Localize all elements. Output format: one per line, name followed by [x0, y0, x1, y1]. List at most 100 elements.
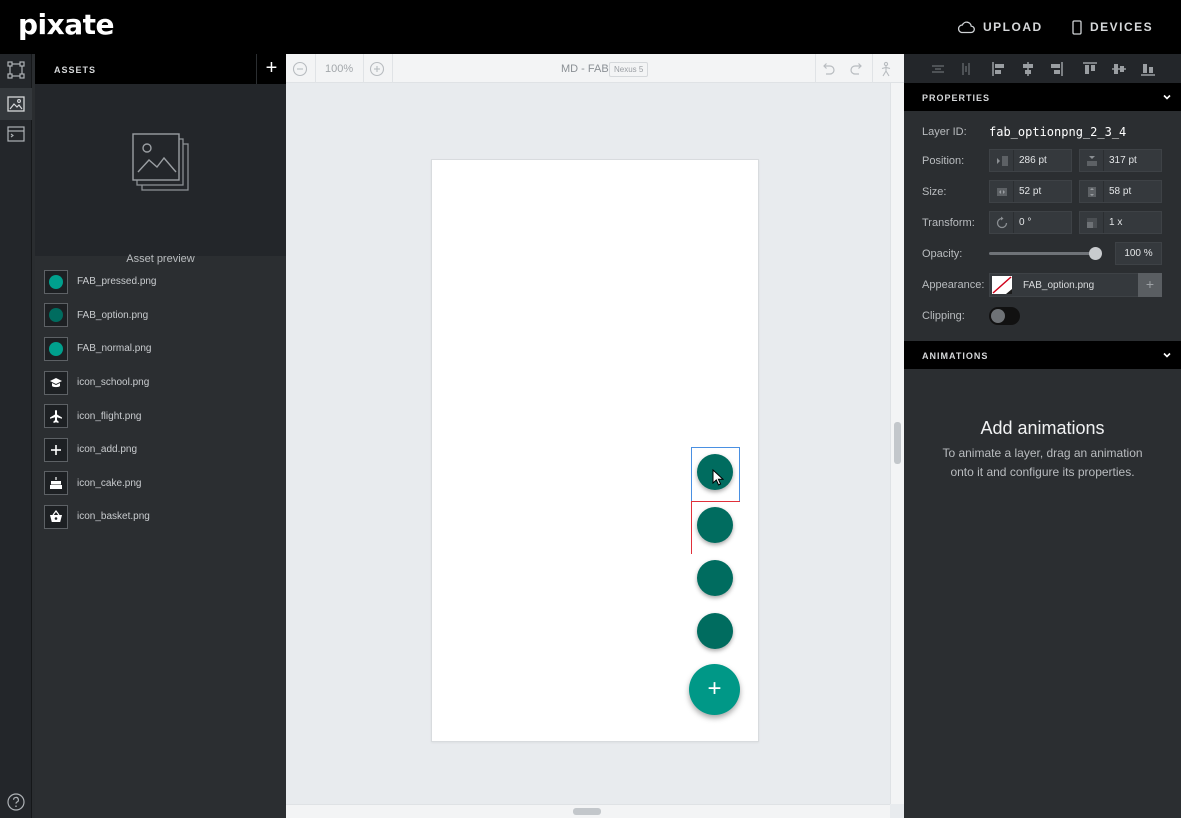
- add-icon: [50, 444, 62, 456]
- asset-item[interactable]: icon_cake.png: [44, 467, 284, 501]
- fab-main-button[interactable]: +: [689, 664, 740, 715]
- zoom-in-icon[interactable]: [369, 61, 385, 77]
- devices-button[interactable]: DEVICES: [1072, 17, 1153, 37]
- basket-icon: [49, 510, 63, 523]
- asset-item[interactable]: FAB_option.png: [44, 299, 284, 333]
- height-icon: [1080, 181, 1104, 202]
- undo-icon[interactable]: [820, 61, 836, 77]
- redo-icon[interactable]: [849, 61, 865, 77]
- asset-thumbnail: [44, 336, 68, 361]
- align-bottom-icon[interactable]: [1140, 61, 1156, 77]
- align-left-icon[interactable]: [991, 61, 1007, 77]
- opacity-label: Opacity:: [922, 248, 963, 260]
- opacity-field[interactable]: 100 %: [1115, 242, 1162, 265]
- appearance-label: Appearance:: [922, 279, 985, 291]
- properties-panel: PROPERTIES Layer ID: fab_optionpng_2_3_4…: [904, 54, 1181, 818]
- toolbar-divider: [815, 54, 816, 83]
- asset-name: icon_basket.png: [77, 511, 150, 523]
- align-top-icon[interactable]: [1082, 61, 1098, 77]
- width-field[interactable]: 52 pt: [989, 180, 1072, 203]
- assets-header: ASSETS +: [35, 54, 286, 84]
- horizontal-scrollbar[interactable]: [286, 804, 890, 818]
- scale-field[interactable]: 1 x: [1079, 211, 1162, 234]
- vertical-scrollbar[interactable]: [890, 83, 904, 804]
- clipping-label: Clipping:: [922, 310, 965, 322]
- appearance-value: FAB_option.png: [1023, 280, 1095, 291]
- position-x-field[interactable]: 286 pt: [989, 149, 1072, 172]
- width-value: 52 pt: [1019, 186, 1042, 197]
- properties-title: PROPERTIES: [922, 93, 991, 103]
- mouse-cursor-icon: [712, 469, 724, 486]
- animations-title: ANIMATIONS: [922, 351, 989, 361]
- fab-circle-icon: [49, 274, 63, 289]
- devices-label: DEVICES: [1090, 20, 1154, 34]
- fab-option[interactable]: [697, 560, 733, 596]
- asset-item[interactable]: icon_add.png: [44, 433, 284, 467]
- top-bar: pixate UPLOAD DEVICES: [0, 0, 1181, 54]
- appearance-field[interactable]: FAB_option.png: [989, 273, 1139, 297]
- asset-name: FAB_option.png: [77, 309, 149, 321]
- asset-item[interactable]: icon_school.png: [44, 366, 284, 400]
- toolbar-divider: [392, 54, 393, 83]
- zoom-level[interactable]: 100%: [325, 63, 353, 75]
- asset-thumbnail: [44, 370, 68, 395]
- asset-name: icon_add.png: [77, 444, 138, 456]
- asset-name: icon_flight.png: [77, 410, 142, 422]
- add-animations-heading: Add animations: [980, 418, 1105, 438]
- size-label: Size:: [922, 186, 947, 198]
- canvas-toolbar: 100% MD - FAB Nexus 5: [286, 54, 904, 83]
- y-axis-icon: [1080, 150, 1104, 171]
- layer-id-value[interactable]: fab_optionpng_2_3_4: [989, 125, 1126, 139]
- transform-label: Transform:: [922, 217, 975, 229]
- artboard[interactable]: +: [431, 159, 759, 742]
- asset-item[interactable]: icon_basket.png: [44, 500, 284, 534]
- position-y-value: 317 pt: [1109, 155, 1137, 166]
- fab-option[interactable]: [697, 507, 733, 543]
- chevron-down-icon: [1163, 352, 1171, 358]
- asset-list: FAB_pressed.png FAB_option.png FAB_normal.…: [44, 265, 284, 534]
- zoom-out-icon[interactable]: [292, 61, 308, 77]
- animations-section-header[interactable]: ANIMATIONS: [904, 341, 1181, 369]
- asset-item[interactable]: icon_flight.png: [44, 399, 284, 433]
- clipping-toggle-knob: [991, 309, 1005, 323]
- distribute-vertical-icon[interactable]: [958, 61, 974, 77]
- assets-title: ASSETS: [54, 65, 97, 75]
- width-icon: [990, 181, 1014, 202]
- alignment-toolbar: [904, 54, 1181, 83]
- align-middle-icon[interactable]: [1111, 61, 1127, 77]
- image-assets-icon[interactable]: [6, 94, 26, 114]
- artboard-tool-icon[interactable]: [6, 60, 26, 80]
- align-center-icon[interactable]: [1020, 61, 1036, 77]
- distribute-horizontal-icon[interactable]: [930, 61, 946, 77]
- preview-person-icon[interactable]: [878, 61, 894, 77]
- asset-name: FAB_normal.png: [77, 343, 152, 355]
- rotate-icon: [990, 212, 1014, 233]
- align-right-icon[interactable]: [1048, 61, 1064, 77]
- device-badge[interactable]: Nexus 5: [609, 62, 649, 77]
- asset-thumbnail: [44, 269, 68, 294]
- asset-item[interactable]: FAB_normal.png: [44, 332, 284, 366]
- tool-rail: [0, 54, 32, 818]
- vertical-scroll-thumb[interactable]: [894, 422, 901, 464]
- horizontal-scroll-thumb[interactable]: [573, 808, 601, 815]
- opacity-slider-track[interactable]: [989, 252, 1095, 255]
- appearance-add-button[interactable]: +: [1138, 273, 1162, 297]
- fab-option[interactable]: [697, 613, 733, 649]
- height-value: 58 pt: [1109, 186, 1132, 197]
- flight-icon: [49, 409, 63, 424]
- rotation-field[interactable]: 0 °: [989, 211, 1072, 234]
- clipping-toggle[interactable]: [989, 307, 1020, 325]
- guide-line-horizontal: [691, 501, 740, 502]
- properties-section-header[interactable]: PROPERTIES: [904, 83, 1181, 111]
- asset-thumbnail: [44, 471, 68, 496]
- opacity-slider-handle[interactable]: [1089, 247, 1102, 260]
- asset-item[interactable]: FAB_pressed.png: [44, 265, 284, 299]
- upload-button[interactable]: UPLOAD: [957, 17, 1043, 37]
- asset-preview-label: Asset preview: [126, 253, 195, 265]
- position-label: Position:: [922, 155, 965, 167]
- add-asset-button[interactable]: +: [256, 54, 286, 84]
- help-icon[interactable]: [6, 792, 26, 812]
- height-field[interactable]: 58 pt: [1079, 180, 1162, 203]
- position-y-field[interactable]: 317 pt: [1079, 149, 1162, 172]
- code-panel-icon[interactable]: [6, 124, 26, 144]
